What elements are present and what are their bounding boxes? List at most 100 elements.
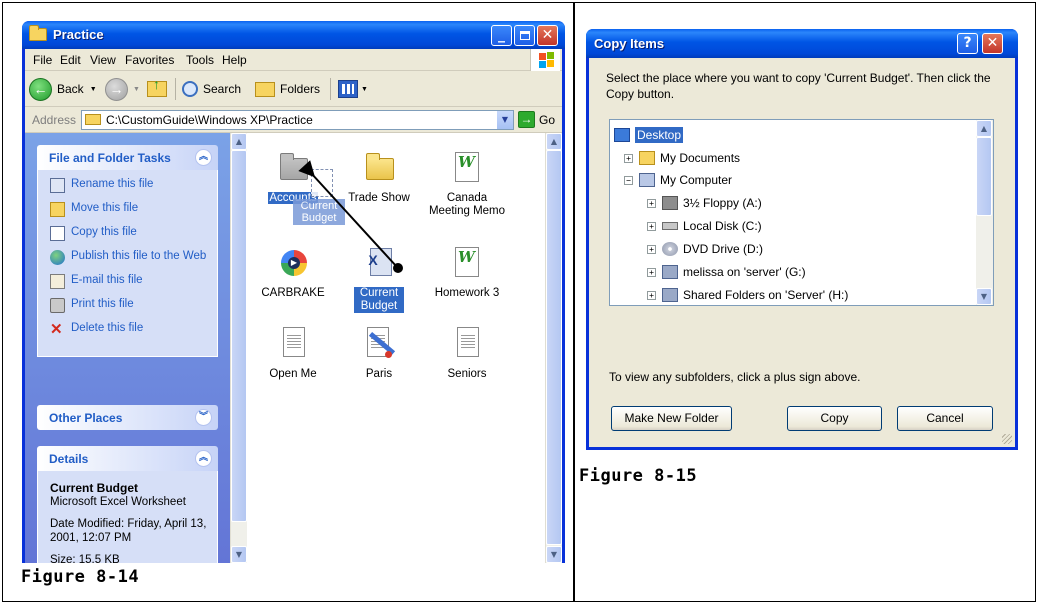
tree-item-my-computer[interactable]: − My Computer (624, 170, 732, 190)
windows-logo-icon (530, 49, 560, 71)
dropdown-arrow-icon: ▼ (133, 85, 140, 93)
tree-item-my-documents[interactable]: + My Documents (624, 148, 740, 168)
expand-plus-icon[interactable]: + (647, 267, 656, 277)
tree-item-floppy[interactable]: + 3½ Floppy (A:) (647, 193, 762, 213)
tree-label: Shared Folders on 'Server' (H:) (683, 288, 849, 302)
menu-view[interactable]: View (90, 53, 116, 67)
close-button[interactable]: ✕ (537, 25, 558, 46)
details-file-type: Microsoft Excel Worksheet (50, 496, 186, 508)
scroll-thumb[interactable] (546, 150, 562, 545)
folder-tree[interactable]: Desktop + My Documents − My Computer + 3… (609, 119, 994, 306)
scroll-down-icon[interactable]: ▼ (976, 288, 992, 305)
tree-item-network-g[interactable]: + melissa on 'server' (G:) (647, 262, 806, 282)
maximize-button[interactable] (514, 25, 535, 46)
expand-chevron-icon[interactable]: ︾ (195, 409, 212, 426)
window-title: Practice (53, 27, 104, 42)
explorer-titlebar[interactable]: Practice _ ✕ (22, 21, 565, 49)
task-move[interactable]: Move this file (50, 202, 211, 223)
scroll-thumb[interactable] (231, 150, 247, 522)
task-label: Delete this file (71, 322, 144, 334)
panel-header[interactable]: Other Places ︾ (37, 405, 218, 430)
chevron-down-icon[interactable]: ▼ (496, 111, 513, 129)
task-print[interactable]: Print this file (50, 298, 211, 319)
collapse-chevron-icon[interactable]: ︽ (195, 149, 212, 166)
tree-label: 3½ Floppy (A:) (683, 196, 762, 210)
search-button[interactable]: Search (182, 77, 241, 101)
task-label: Move this file (71, 202, 139, 214)
minimize-button[interactable]: _ (491, 25, 512, 46)
menu-file[interactable]: File (33, 53, 52, 67)
folders-button[interactable]: Folders (255, 77, 320, 101)
tree-item-dvd-drive[interactable]: + DVD Drive (D:) (647, 239, 763, 259)
back-button[interactable]: ← Back ▼ (29, 77, 97, 101)
scroll-up-icon[interactable]: ▲ (231, 133, 247, 150)
folders-icon (255, 81, 275, 97)
file-pane-scrollbar[interactable]: ▲ ▼ (545, 133, 562, 563)
task-publish[interactable]: Publish this file to the Web (50, 250, 211, 271)
tree-scrollbar[interactable]: ▲ ▼ (976, 120, 993, 305)
go-button[interactable]: → Go (518, 111, 555, 128)
details-file-name: Current Budget (50, 481, 138, 495)
help-button[interactable]: ? (957, 33, 978, 54)
forward-arrow-icon: → (105, 77, 128, 101)
panel-body: Current Budget Microsoft Excel Worksheet… (37, 471, 218, 563)
scroll-up-icon[interactable]: ▲ (546, 133, 562, 150)
scroll-down-icon[interactable]: ▼ (546, 546, 562, 563)
dialog-close-button[interactable]: ✕ (982, 33, 1003, 54)
menu-favorites[interactable]: Favorites (125, 53, 174, 67)
views-icon (338, 80, 358, 98)
cancel-button[interactable]: Cancel (897, 406, 993, 431)
make-new-folder-button[interactable]: Make New Folder (611, 406, 732, 431)
task-rename[interactable]: Rename this file (50, 178, 211, 199)
toolbar-separator (175, 78, 176, 100)
tree-item-local-disk[interactable]: + Local Disk (C:) (647, 216, 762, 236)
task-copy[interactable]: Copy this file (50, 226, 211, 247)
tree-label: My Documents (660, 151, 741, 165)
hard-disk-icon (662, 222, 678, 230)
expand-plus-icon[interactable]: + (647, 290, 656, 300)
panel-header[interactable]: File and Folder Tasks ︽ (37, 145, 218, 170)
folders-label: Folders (280, 82, 321, 96)
expand-plus-icon[interactable]: + (647, 244, 656, 254)
expand-plus-icon[interactable]: + (624, 153, 633, 163)
printer-icon (50, 298, 65, 313)
copy-button[interactable]: Copy (787, 406, 882, 431)
forward-button[interactable]: → ▼ (105, 77, 140, 101)
resize-grip-icon[interactable] (1002, 434, 1012, 444)
task-label: E-mail this file (71, 274, 143, 286)
scroll-down-icon[interactable]: ▼ (231, 546, 247, 563)
task-pane: File and Folder Tasks ︽ Rename this file… (25, 133, 230, 563)
go-arrow-icon: → (518, 111, 535, 128)
address-input[interactable]: C:\CustomGuide\Windows XP\Practice ▼ (81, 110, 514, 130)
views-button[interactable]: ▼ (338, 77, 368, 101)
dialog-titlebar[interactable]: Copy Items ? ✕ (586, 29, 1018, 58)
tree-item-network-h[interactable]: + Shared Folders on 'Server' (H:) (647, 285, 848, 305)
menu-edit[interactable]: Edit (60, 53, 81, 67)
floppy-drive-icon (662, 196, 678, 210)
task-label: Copy this file (71, 226, 137, 238)
go-label: Go (539, 112, 556, 127)
collapse-minus-icon[interactable]: − (624, 175, 633, 185)
close-icon: ✕ (541, 27, 554, 43)
up-folder-icon: ↑ (147, 76, 167, 97)
task-pane-scrollbar[interactable]: ▲ ▼ (230, 133, 247, 563)
my-computer-icon (639, 173, 655, 187)
drag-arrow (298, 160, 403, 273)
tree-item-desktop[interactable]: Desktop (614, 125, 684, 145)
panel-header[interactable]: Details ︽ (37, 446, 218, 471)
minimize-icon: _ (498, 27, 505, 43)
email-icon (50, 274, 65, 289)
scroll-up-icon[interactable]: ▲ (976, 120, 992, 137)
up-folder-button[interactable]: ↑ (147, 76, 167, 101)
expand-plus-icon[interactable]: + (647, 221, 656, 231)
task-delete[interactable]: ✕ Delete this file (50, 322, 211, 343)
dialog-title: Copy Items (594, 36, 665, 51)
menu-help[interactable]: Help (222, 53, 247, 67)
network-drive-icon (662, 288, 678, 302)
caption-figure-8-14: Figure 8-14 (21, 567, 140, 587)
menu-tools[interactable]: Tools (186, 53, 214, 67)
task-email[interactable]: E-mail this file (50, 274, 211, 295)
expand-plus-icon[interactable]: + (647, 198, 656, 208)
collapse-chevron-icon[interactable]: ︽ (195, 450, 212, 467)
scroll-thumb[interactable] (976, 137, 992, 216)
